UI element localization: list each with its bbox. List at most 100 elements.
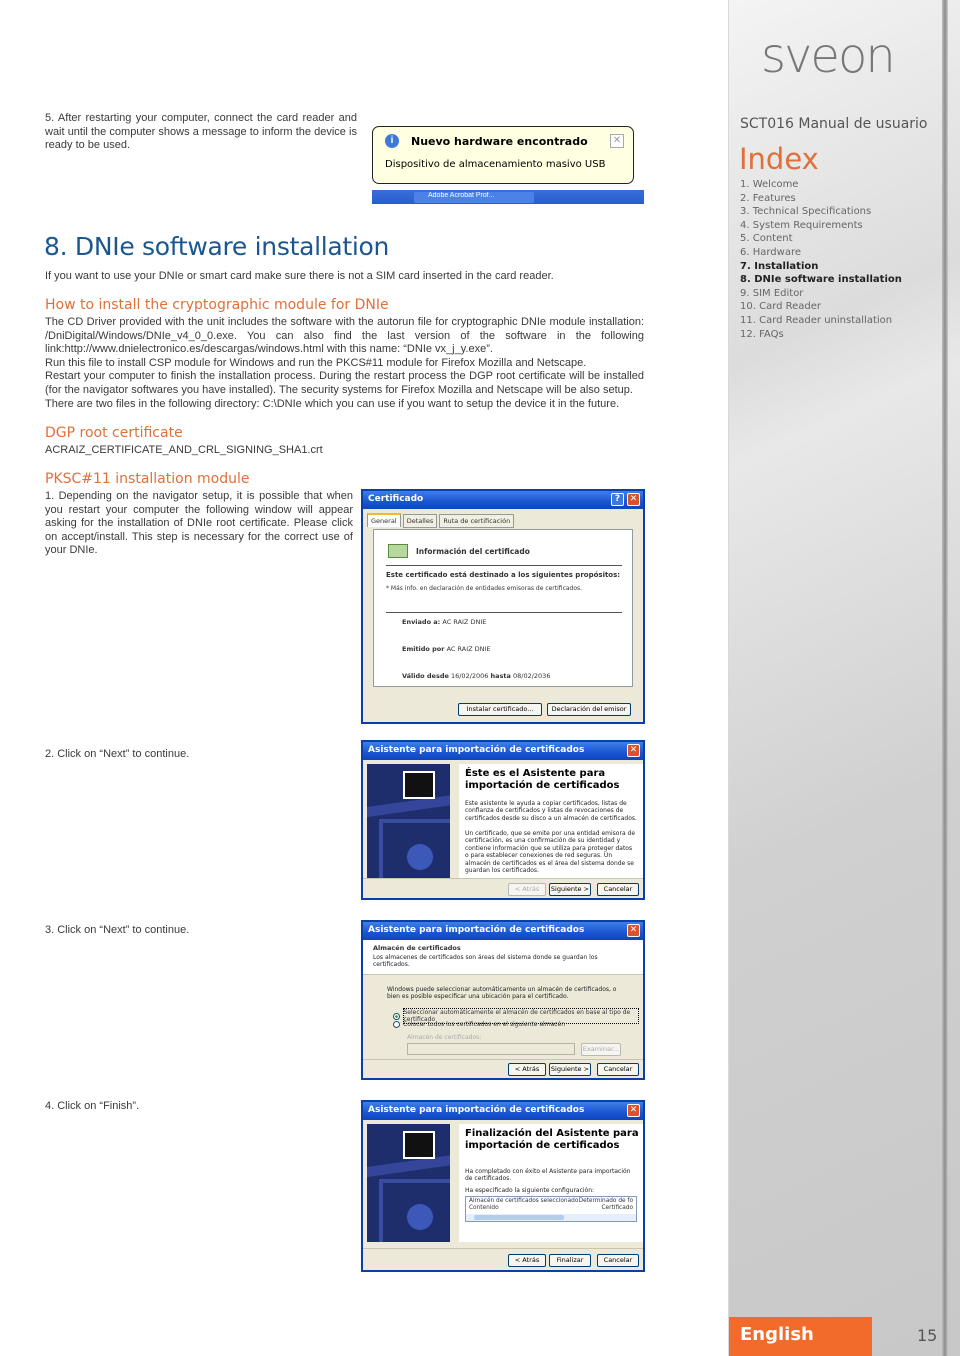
wizard-heading: Almacén de certificados bbox=[373, 944, 461, 952]
wizard-title: Asistente para importación de certificad… bbox=[368, 745, 585, 755]
import-wizard-welcome: Asistente para importación de certificad… bbox=[361, 740, 645, 900]
crypto-paragraph: The CD Driver provided with the unit inc… bbox=[45, 316, 644, 411]
radio-manual-option[interactable]: Colocar todos los certificados en el sig… bbox=[393, 1021, 565, 1028]
sidebar: sveon SCT016 Manual de usuario Index 1. … bbox=[728, 0, 960, 1356]
manual-title: SCT016 Manual de usuario bbox=[740, 116, 928, 132]
back-button[interactable]: < Atrás bbox=[508, 883, 546, 896]
dialog-titlebar: Certificado ? ✕ bbox=[363, 491, 643, 509]
cancel-button[interactable]: Cancelar bbox=[597, 1063, 639, 1076]
wizard-title: Asistente para importación de certificad… bbox=[368, 1105, 585, 1115]
balloon-title: Nuevo hardware encontrado bbox=[411, 135, 588, 148]
dialog-title: Certificado bbox=[368, 494, 424, 504]
tab-cert-path[interactable]: Ruta de certificación bbox=[439, 514, 515, 528]
index-item[interactable]: 10. Card Reader bbox=[740, 300, 902, 314]
close-icon[interactable]: ✕ bbox=[627, 1104, 640, 1117]
step3-text: 3. Click on “Next” to continue. bbox=[45, 924, 190, 936]
index-item[interactable]: 11. Card Reader uninstallation bbox=[740, 314, 902, 328]
balloon-message: Dispositivo de almacenamiento masivo USB bbox=[385, 159, 606, 170]
close-icon[interactable]: ✕ bbox=[627, 924, 640, 937]
step5-text: 5. After restarting your computer, conne… bbox=[45, 112, 357, 152]
issuer-statement-button[interactable]: Declaración del emisor bbox=[547, 703, 631, 716]
wizard-content: Finalización del Asistente para importac… bbox=[459, 1124, 643, 1242]
info-icon: i bbox=[385, 134, 399, 148]
sidebar-edge bbox=[942, 0, 948, 1356]
index-item[interactable]: 6. Hardware bbox=[740, 246, 902, 260]
wizard-side-graphic bbox=[367, 764, 450, 878]
finish-button[interactable]: Finalizar bbox=[549, 1254, 591, 1267]
index-list: 1. Welcome 2. Features 3. Technical Spec… bbox=[740, 178, 902, 341]
summary-value: Certificado bbox=[601, 1205, 634, 1211]
wizard-subheading: Los almacenes de certificados son áreas … bbox=[373, 954, 598, 969]
index-item[interactable]: 1. Welcome bbox=[740, 178, 902, 192]
valid-to-label: hasta bbox=[490, 672, 511, 680]
divider bbox=[386, 612, 622, 613]
cancel-button[interactable]: Cancelar bbox=[597, 1254, 639, 1267]
brand-logo: sveon bbox=[761, 28, 896, 84]
wizard-paragraph: Windows puede seleccionar automáticament… bbox=[387, 986, 617, 1001]
index-item-active[interactable]: 8. DNIe software installation bbox=[740, 273, 902, 287]
next-button[interactable]: Siguiente > bbox=[549, 1063, 591, 1076]
purpose-heading: Este certificado está destinado a los si… bbox=[386, 571, 621, 579]
index-item[interactable]: 4. System Requirements bbox=[740, 219, 902, 233]
pksc-heading: PKSC#11 installation module bbox=[45, 471, 250, 487]
dgp-heading: DGP root certificate bbox=[45, 425, 183, 441]
section-title: 8. DNIe software installation bbox=[44, 232, 390, 261]
import-wizard-store: Asistente para importación de certificad… bbox=[361, 920, 645, 1080]
valid-from-label: Válido desde bbox=[402, 672, 449, 680]
wizard-heading: Éste es el Asistente para importación de… bbox=[465, 768, 620, 791]
radio-unchecked[interactable] bbox=[393, 1021, 400, 1028]
wizard-paragraph-1: Ha completado con éxito el Asistente par… bbox=[465, 1168, 631, 1183]
summary-row: Almacén de certificados seleccionado Det… bbox=[469, 1198, 633, 1205]
wizard-paragraph-1: Este asistente le ayuda a copiar certifi… bbox=[465, 800, 637, 822]
index-item[interactable]: 5. Content bbox=[740, 232, 902, 246]
wizard-titlebar: Asistente para importación de certificad… bbox=[363, 1102, 643, 1120]
issued-by-row: Emitido por AC RAIZ DNIE bbox=[402, 645, 491, 653]
wizard-header: Almacén de certificados Los almacenes de… bbox=[363, 940, 643, 974]
divider bbox=[386, 565, 622, 566]
wizard-title: Asistente para importación de certificad… bbox=[368, 925, 585, 935]
section-intro: If you want to use your DNIe or smart ca… bbox=[45, 270, 554, 282]
close-icon[interactable]: ✕ bbox=[627, 493, 640, 506]
summary-key: Almacén de certificados seleccionado bbox=[469, 1198, 579, 1204]
scrollbar-thumb[interactable] bbox=[474, 1215, 564, 1220]
index-item[interactable]: 3. Technical Specifications bbox=[740, 205, 902, 219]
help-icon[interactable]: ? bbox=[611, 493, 624, 506]
wizard-titlebar: Asistente para importación de certificad… bbox=[363, 742, 643, 760]
close-icon[interactable]: ✕ bbox=[627, 744, 640, 757]
seal-icon bbox=[407, 1204, 433, 1230]
back-button[interactable]: < Atrás bbox=[508, 1254, 546, 1267]
wizard-side-graphic bbox=[367, 1124, 450, 1242]
taskbar-item[interactable]: Adobe Acrobat Prof... bbox=[414, 192, 534, 203]
valid-to-value: 08/02/2036 bbox=[512, 672, 551, 680]
next-button[interactable]: Siguiente > bbox=[549, 883, 591, 896]
index-item[interactable]: 2. Features bbox=[740, 192, 902, 206]
summary-row: Contenido Certificado bbox=[469, 1205, 633, 1212]
crypto-p3: Restart your computer to finish the inst… bbox=[45, 370, 644, 396]
seal-icon bbox=[407, 844, 433, 870]
install-certificate-button[interactable]: Instalar certificado... bbox=[458, 703, 542, 716]
tab-bar: General Detalles Ruta de certificación bbox=[367, 513, 515, 528]
page-number: 15 bbox=[917, 1326, 938, 1345]
issued-by-label: Emitido por bbox=[402, 645, 445, 653]
step4-text: 4. Click on “Finish”. bbox=[45, 1100, 140, 1112]
index-item[interactable]: 9. SIM Editor bbox=[740, 287, 902, 301]
tab-details[interactable]: Detalles bbox=[402, 514, 438, 528]
wizard-paragraph-2: Ha especificado la siguiente configuraci… bbox=[465, 1187, 595, 1194]
horizontal-scrollbar[interactable] bbox=[466, 1214, 636, 1221]
crypto-p4: There are two files in the following dir… bbox=[45, 397, 620, 410]
radio-checked[interactable] bbox=[393, 1012, 400, 1020]
crypto-heading: How to install the cryptographic module … bbox=[45, 297, 389, 313]
index-item[interactable]: 12. FAQs bbox=[740, 328, 902, 342]
browse-button[interactable]: Examinar... bbox=[581, 1043, 621, 1056]
summary-key: Contenido bbox=[469, 1205, 499, 1211]
crypto-p1: The CD Driver provided with the unit inc… bbox=[45, 316, 644, 356]
issued-to-row: Enviado a: AC RAIZ DNIE bbox=[402, 618, 486, 626]
tab-general[interactable]: General bbox=[367, 513, 401, 527]
cancel-button[interactable]: Cancelar bbox=[597, 883, 639, 896]
store-input[interactable] bbox=[407, 1043, 575, 1055]
wizard-content: Éste es el Asistente para importación de… bbox=[459, 764, 643, 878]
index-item-active[interactable]: 7. Installation bbox=[740, 260, 902, 274]
certificate-dialog: Certificado ? ✕ General Detalles Ruta de… bbox=[361, 489, 645, 724]
close-icon[interactable]: ✕ bbox=[610, 134, 624, 148]
back-button[interactable]: < Atrás bbox=[508, 1063, 546, 1076]
